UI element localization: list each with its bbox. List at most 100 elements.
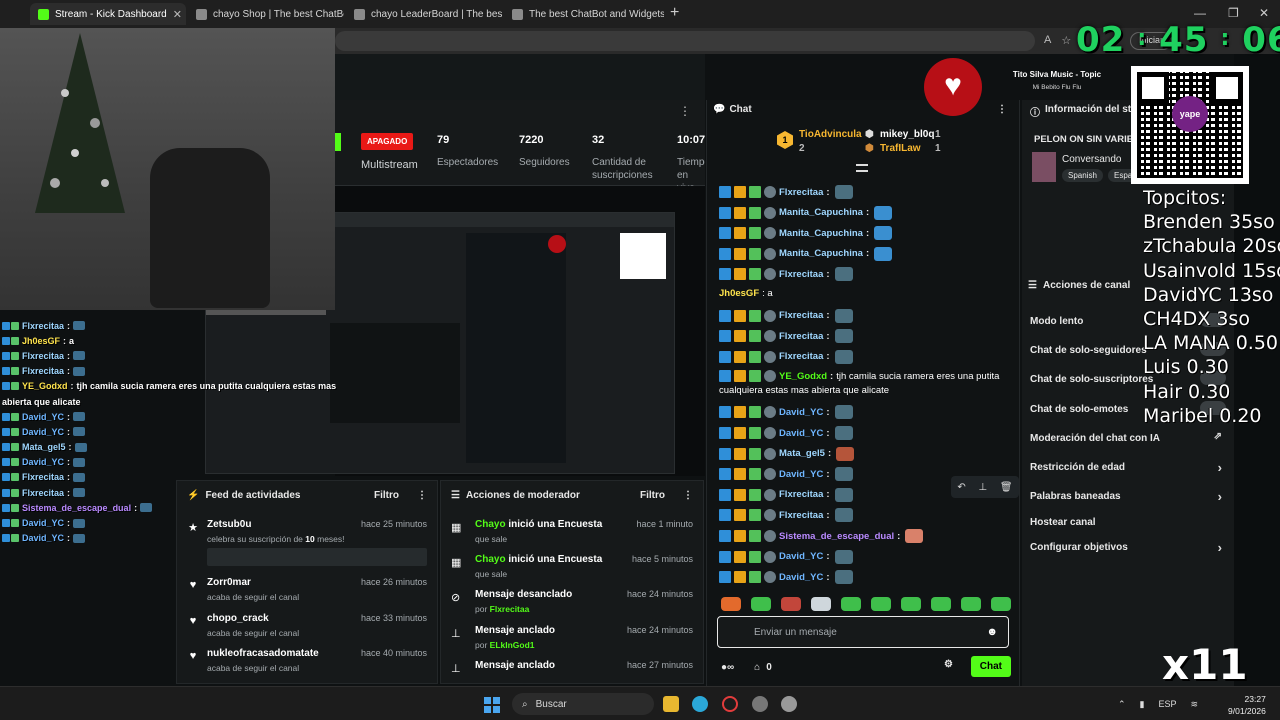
chat-message[interactable]: cualquiera estas mas abierta que alicate (719, 385, 889, 396)
emote-icon[interactable] (961, 597, 981, 611)
favorite-star-icon[interactable]: ☆ (1061, 34, 1071, 47)
close-icon[interactable]: ✕ (173, 8, 182, 21)
podium-second-name[interactable]: mikey_bl0q (880, 129, 934, 140)
taskbar-clock[interactable]: 23:27 9/01/2026 (1228, 693, 1266, 717)
emote-icon[interactable] (781, 597, 801, 611)
chat-message[interactable]: Manita_Capuchina: (719, 226, 893, 241)
chat-message[interactable]: Sistema_de_escape_dual: (719, 529, 924, 544)
chat-username[interactable]: Jh0esGF (719, 288, 759, 299)
pin-icon[interactable]: ⊥ (978, 482, 987, 493)
chat-username[interactable]: Manita_Capuchina (779, 207, 863, 218)
read-aloud-icon[interactable]: A (1044, 34, 1051, 47)
minimize-icon[interactable]: — (1194, 6, 1206, 20)
reply-icon[interactable]: ↶ (957, 482, 965, 493)
chat-username[interactable]: YE_Godxd (779, 371, 827, 382)
app-icon[interactable] (752, 696, 768, 712)
send-chat-button[interactable]: Chat (970, 656, 1011, 677)
chat-message[interactable]: Flxrecitaa: (719, 267, 853, 282)
emote-icon[interactable] (871, 597, 891, 611)
chat-username[interactable]: David_YC (779, 469, 823, 480)
settings-app-icon[interactable] (781, 696, 797, 712)
url-field[interactable] (335, 31, 1035, 51)
channel-action-moderaci-n-del-chat-con-ia[interactable]: Moderación del chat con IA ⇗ (1030, 431, 1226, 444)
emote-icon[interactable] (931, 597, 951, 611)
chat-message[interactable]: Flxrecitaa: (719, 329, 853, 344)
chat-username[interactable]: David_YC (779, 572, 823, 583)
chat-message[interactable]: Flxrecitaa: (719, 487, 853, 502)
chat-username[interactable]: Manita_Capuchina (779, 248, 863, 259)
tab-chayo-shop[interactable]: chayo Shop | The best ChatBot an ✕ (188, 3, 344, 25)
wifi-icon[interactable]: ≋ (1191, 699, 1199, 710)
tab-chatbot-widgets[interactable]: The best ChatBot and Widgets for ✕ (504, 3, 664, 25)
chat-message[interactable]: David_YC: (719, 405, 853, 420)
more-options-icon[interactable]: ⋮ (679, 104, 691, 118)
filter-button[interactable]: Filtro (640, 490, 665, 501)
window-close-icon[interactable]: ✕ (1259, 6, 1269, 20)
input-language[interactable]: ESP (1159, 699, 1177, 710)
tray-chevron-icon[interactable]: ⌃ (1118, 699, 1126, 710)
chat-message[interactable]: Mata_gel5: (719, 446, 855, 461)
delete-icon[interactable]: 🗑 (1000, 482, 1013, 493)
chat-message[interactable]: David_YC: (719, 549, 853, 564)
chat-message[interactable]: Flxrecitaa: (719, 508, 853, 523)
podium-first-name[interactable]: TioAdvincula (799, 129, 862, 140)
podium-third-name[interactable]: TrafILaw (880, 143, 921, 154)
emote-icon[interactable] (811, 597, 831, 611)
more-options-icon[interactable]: ⋮ (997, 104, 1007, 115)
file-explorer-icon[interactable] (663, 696, 679, 712)
chat-username[interactable]: Sistema_de_escape_dual (779, 531, 894, 542)
feed-user[interactable]: Zorr0mar (207, 577, 251, 588)
chat-username[interactable]: Flxrecitaa (779, 489, 823, 500)
edge-browser-icon[interactable] (692, 696, 708, 712)
chat-username[interactable]: Flxrecitaa (779, 331, 823, 342)
chat-username[interactable]: Flxrecitaa (779, 510, 823, 521)
tray-mic-icon[interactable]: ▮ (1140, 699, 1145, 710)
emote-icon[interactable] (841, 597, 861, 611)
channel-action-palabras-baneadas[interactable]: Palabras baneadas › (1030, 489, 1226, 504)
chat-message[interactable]: David_YC: (719, 467, 853, 482)
chat-message[interactable]: Manita_Capuchina: (719, 246, 893, 261)
maximize-icon[interactable]: ❐ (1228, 6, 1239, 20)
more-options-icon[interactable]: ⋮ (683, 490, 693, 501)
emote-icon[interactable] (721, 597, 741, 611)
feed-user[interactable]: chopo_crack (207, 613, 269, 624)
emote-icon[interactable] (751, 597, 771, 611)
tab-chayo-leaderboard[interactable]: chayo LeaderBoard | The best Chat ✕ (346, 3, 502, 25)
tab-kick-dashboard[interactable]: Stream - Kick Dashboard ✕ (30, 3, 186, 25)
channel-action-hostear-canal[interactable]: Hostear canal (1030, 517, 1226, 528)
chat-message[interactable]: Flxrecitaa: (719, 349, 853, 364)
opera-icon[interactable] (722, 696, 738, 712)
chat-username[interactable]: Flxrecitaa (779, 310, 823, 321)
settings-gear-icon[interactable]: ⚙ (944, 659, 953, 670)
new-tab-icon[interactable]: + (670, 4, 679, 22)
channel-action-restricci-n-de-edad[interactable]: Restricción de edad › (1030, 460, 1226, 475)
pinned-filter-icon[interactable] (856, 164, 868, 172)
chat-message[interactable]: Flxrecitaa: (719, 185, 853, 199)
tag-spanish[interactable]: Spanish (1062, 169, 1103, 182)
more-options-icon[interactable]: ⋮ (417, 490, 427, 501)
chat-message-input[interactable]: Enviar un mensaje ☻ (717, 616, 1009, 648)
gift-icon[interactable]: ⌂ (754, 662, 760, 673)
taskbar-search[interactable]: ⌕ Buscar (512, 693, 654, 715)
category-name[interactable]: Conversando (1062, 154, 1121, 165)
chat-username[interactable]: Flxrecitaa (779, 269, 823, 280)
chat-username[interactable]: David_YC (779, 428, 823, 439)
chat-message[interactable]: YE_Godxd: tjh camila sucia ramera eres un… (719, 370, 999, 383)
chat-message[interactable]: Manita_Capuchina: (719, 205, 893, 220)
feed-user[interactable]: nukleofracasadomatate (207, 648, 319, 659)
chat-username[interactable]: Manita_Capuchina (779, 228, 863, 239)
chat-username[interactable]: David_YC (779, 407, 823, 418)
feed-user[interactable]: Zetsub0u (207, 519, 251, 530)
emote-icon[interactable] (991, 597, 1011, 611)
chat-message[interactable]: Jh0esGF: a (719, 288, 773, 299)
multistream-label[interactable]: Multistream (361, 159, 418, 171)
chat-username[interactable]: Flxrecitaa (779, 351, 823, 362)
chat-message[interactable]: David_YC: (719, 570, 853, 585)
channel-action-configurar-objetivos[interactable]: Configurar objetivos › (1030, 540, 1226, 555)
filter-button[interactable]: Filtro (374, 490, 399, 501)
emoji-picker-icon[interactable]: ☻ (986, 626, 998, 638)
chat-username[interactable]: David_YC (779, 551, 823, 562)
windows-start-icon[interactable] (484, 697, 500, 713)
chat-message[interactable]: Flxrecitaa: (719, 308, 853, 323)
chat-username[interactable]: Flxrecitaa (779, 187, 823, 198)
